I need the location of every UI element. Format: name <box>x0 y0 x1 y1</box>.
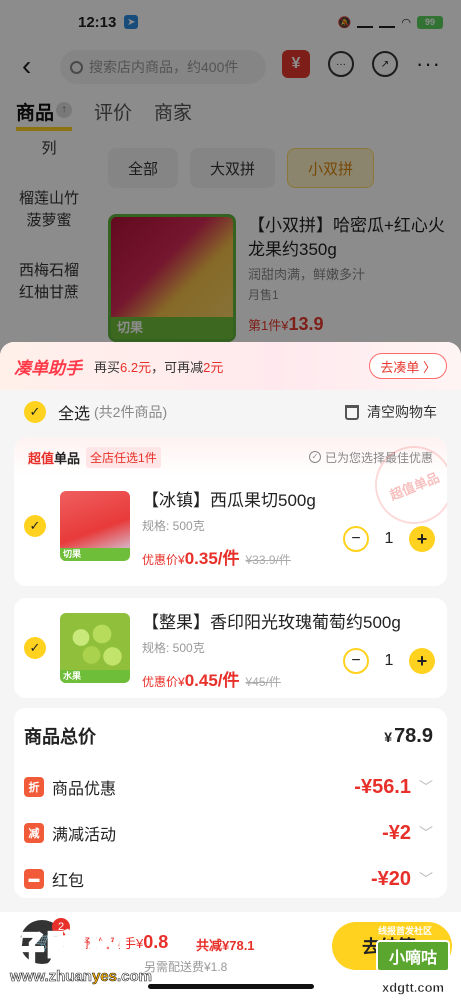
chevron-down-icon: ﹀ <box>419 825 433 841</box>
promo-scope: 全店任选1件 <box>86 446 161 468</box>
item-checkbox[interactable]: ✓ <box>24 515 46 537</box>
total-amount: ¥78.9 <box>384 724 433 747</box>
bundle-assistant-logo: 凑单助手 <box>14 358 82 378</box>
thumbnail-tag: 切果 <box>60 548 130 561</box>
select-all-checkbox[interactable]: ✓ <box>24 401 46 423</box>
cart-item: ✓ 切果 【冰镇】西瓜果切500g 规格: 500克 优惠价¥0.35/件 ¥33… <box>14 438 447 576</box>
row-amount: -¥56.1 <box>354 775 411 798</box>
row-label: 红包 <box>52 873 85 890</box>
item-card: ✓ 水果 【整果】香印阳光玫瑰葡萄约500g 规格: 500克 优惠价¥0.45… <box>14 598 447 698</box>
watermark-right-url: xdgtt.com <box>382 980 445 995</box>
watermark-url: www.zhuanyes.com <box>10 968 153 986</box>
quantity-value: 1 <box>384 530 394 547</box>
red-packet-row[interactable]: ▬ 红包 -¥20 ﹀ <box>14 856 447 902</box>
row-amount: -¥2 <box>382 821 411 844</box>
bundle-assistant-bar: 凑单助手 再买6.2元，可再减2元 去凑单 〉 <box>0 342 461 390</box>
watermark-left: 好赚网 www.zhuanyes.com <box>0 904 200 994</box>
thumbnail-tag: 水果 <box>60 670 130 683</box>
increase-button[interactable]: + <box>409 648 435 674</box>
select-all-count: (共2件商品) <box>94 404 168 420</box>
watermark-right-top: 线报首发社区 <box>378 926 433 936</box>
trash-icon <box>345 404 359 420</box>
chevron-down-icon: ﹀ <box>419 871 433 887</box>
product-discount-row[interactable]: 折 商品优惠 -¥56.1 ﹀ <box>14 764 447 810</box>
item-title[interactable]: 【整果】香印阳光玫瑰葡萄约500g <box>142 608 447 633</box>
watermark-right-box: 小嘀咕 <box>376 940 450 972</box>
total-row: 商品总价 ¥78.9 <box>14 708 447 764</box>
increase-button[interactable]: + <box>409 526 435 552</box>
row-label: 商品优惠 <box>52 781 117 798</box>
quantity-stepper: − 1 + <box>343 648 435 674</box>
red-packet-icon: ▬ <box>24 869 44 889</box>
row-amount: -¥20 <box>370 867 411 890</box>
check-circle-icon: ✓ <box>308 451 321 463</box>
total-label: 商品总价 <box>24 727 96 747</box>
item-thumbnail[interactable]: 切果 <box>60 491 130 561</box>
price-summary: 商品总价 ¥78.9 折 商品优惠 -¥56.1 ﹀ 减 满减活动 -¥2 ﹀ … <box>14 708 447 898</box>
clear-cart-button[interactable]: 清空购物车 <box>345 402 437 422</box>
cart-sheet: 凑单助手 再买6.2元，可再减2元 去凑单 〉 ✓ 全选 (共2件商品) 清空购… <box>0 342 461 912</box>
home-indicator[interactable] <box>148 984 314 989</box>
discount-icon: 折 <box>24 777 44 797</box>
decrease-button[interactable]: − <box>343 526 369 552</box>
row-label: 满减活动 <box>52 827 117 844</box>
promo-card: 超值单品 全店任选1件 ✓ 已为您选择最佳优惠 ✓ 切果 【冰镇】西瓜果切500g… <box>14 438 447 586</box>
chevron-down-icon: ﹀ <box>419 779 433 795</box>
total-saved: 共减¥78.1 <box>196 938 255 953</box>
reduction-icon: 减 <box>24 823 44 843</box>
item-checkbox[interactable]: ✓ <box>24 637 46 659</box>
item-thumbnail[interactable]: 水果 <box>60 613 130 683</box>
quantity-value: 1 <box>384 652 394 669</box>
quantity-stepper: − 1 + <box>343 526 435 552</box>
decrease-button[interactable]: − <box>343 648 369 674</box>
promo-tag: 超值单品 <box>28 450 81 466</box>
go-bundle-button[interactable]: 去凑单 〉 <box>369 353 447 379</box>
bundle-assistant-text: 再买6.2元，可再减2元 <box>94 359 224 375</box>
full-reduction-row[interactable]: 减 满减活动 -¥2 ﹀ <box>14 810 447 856</box>
select-all-row: ✓ 全选 (共2件商品) 清空购物车 <box>0 390 461 434</box>
cart-item: ✓ 水果 【整果】香印阳光玫瑰葡萄约500g 规格: 500克 优惠价¥0.45… <box>14 598 447 698</box>
select-all-label: 全选 <box>58 406 91 423</box>
